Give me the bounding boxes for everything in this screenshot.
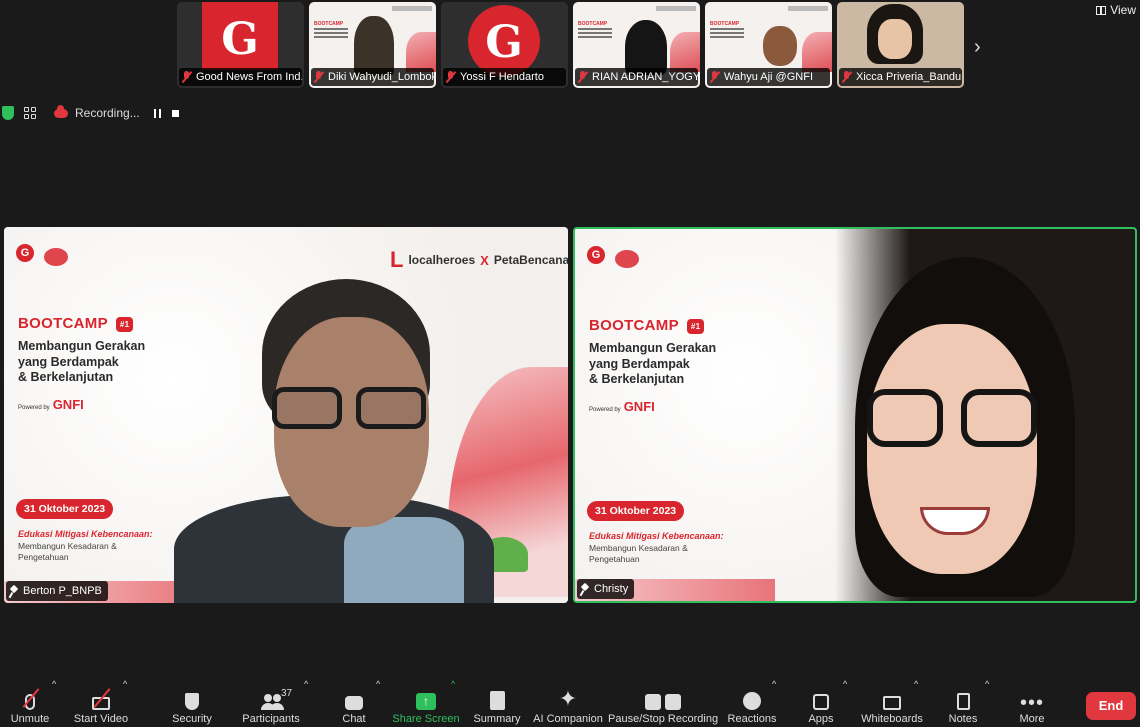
participant-video	[625, 20, 667, 75]
reactions-chevron-icon[interactable]: ^	[772, 679, 776, 689]
stop-recording-icon[interactable]	[171, 109, 179, 117]
participants-chevron-icon[interactable]: ^	[304, 679, 308, 689]
gallery-strip: G Good News From Ind... BOOTCAMP Diki Wa…	[177, 2, 964, 88]
participant-video	[354, 16, 394, 76]
ai-companion-button[interactable]: ✦ AI Companion	[528, 686, 608, 726]
shield-icon	[185, 693, 199, 710]
notes-button[interactable]: Notes	[923, 686, 1003, 725]
participant-video	[867, 324, 1037, 574]
slide-bootcamp-title: BOOTCAMP #1	[589, 317, 705, 334]
recording-label: Recording...	[75, 106, 140, 120]
recording-bar: Recording...	[0, 104, 179, 120]
slide-bootcamp-title: BOOTCAMP #1	[18, 315, 134, 332]
participant-thumbnail[interactable]: BOOTCAMP Diki Wahyudi_Lombok	[309, 2, 436, 88]
video-options-chevron-icon[interactable]: ^	[123, 679, 127, 689]
participant-count: 37	[281, 688, 293, 699]
apps-chevron-icon[interactable]: ^	[843, 679, 847, 689]
participant-thumbnail[interactable]: BOOTCAMP Wahyu Aji @GNFI	[705, 2, 832, 88]
participant-name: Diki Wahyudi_Lombok	[328, 71, 434, 83]
slide-edu-title: Edukasi Mitigasi Kebencanaan:	[18, 529, 153, 539]
unmute-button[interactable]: Unmute	[0, 686, 70, 725]
chat-chevron-icon[interactable]: ^	[376, 679, 380, 689]
slide-powered-by: Powered by GNFI	[18, 397, 84, 412]
security-button[interactable]: Security	[152, 686, 232, 725]
participant-video	[878, 19, 912, 59]
mic-muted-icon	[182, 71, 191, 83]
participant-name-tag: Christy	[577, 579, 635, 599]
audio-options-chevron-icon[interactable]: ^	[52, 679, 56, 689]
encryption-shield-icon[interactable]	[2, 106, 14, 120]
meeting-info-icon[interactable]	[24, 107, 36, 119]
people-icon	[260, 694, 282, 710]
pin-icon	[10, 586, 17, 597]
cloud-recording-icon	[54, 104, 68, 118]
whiteboard-icon	[883, 696, 901, 710]
participants-button[interactable]: 37 Participants	[231, 686, 311, 725]
badge-icon	[615, 250, 639, 268]
slide-edu-sub: Membangun Kesadaran & Pengetahuan	[589, 543, 688, 564]
mic-muted-icon	[446, 71, 455, 83]
video-tile-right[interactable]: G L localheroes X P BOOTCAMP#1 Membangun…	[573, 227, 1137, 603]
more-dots-icon: •••	[1019, 692, 1044, 714]
slide-powered-by: Powered by GNFI	[589, 399, 655, 414]
slide-partner-logos: L localheroes X PetaBencana.id	[390, 247, 568, 272]
participant-thumbnail[interactable]: Xicca Priveria_Bandu...	[837, 2, 964, 88]
summary-button[interactable]: Summary	[457, 686, 537, 725]
slide-edu-title: Edukasi Mitigasi Kebencanaan:	[589, 531, 724, 541]
participant-thumbnail[interactable]: BOOTCAMP RIAN ADRIAN_YOGY...	[573, 2, 700, 88]
participant-name: Xicca Priveria_Bandu...	[856, 71, 962, 83]
chevron-right-icon[interactable]: ›	[974, 36, 981, 59]
participant-thumbnail[interactable]: G Good News From Ind...	[177, 2, 304, 88]
mic-muted-icon	[710, 71, 719, 83]
view-button[interactable]: View	[1096, 3, 1136, 17]
whiteboards-chevron-icon[interactable]: ^	[914, 679, 918, 689]
gnfi-logo-icon: G	[587, 246, 605, 264]
notes-icon	[956, 693, 970, 710]
slide-date: 31 Oktober 2023	[587, 501, 685, 521]
share-screen-button[interactable]: ↑ Share Screen	[386, 686, 466, 725]
reactions-button[interactable]: Reactions	[712, 686, 792, 725]
badge-icon	[44, 248, 68, 266]
participant-video	[763, 26, 797, 66]
apps-icon	[813, 694, 829, 710]
gnfi-logo-icon: G	[202, 2, 278, 70]
slide-headline: Membangun Gerakan yang Berdampak & Berkela…	[589, 341, 717, 386]
chat-button[interactable]: Chat	[314, 686, 394, 725]
gnfi-logo-icon: G	[16, 244, 34, 262]
chat-bubble-icon	[345, 696, 363, 710]
slide-edu-sub: Membangun Kesadaran & Pengetahuan	[18, 541, 117, 562]
pause-stop-recording-button[interactable]: Pause/Stop Recording	[608, 686, 718, 725]
pause-stop-icon	[645, 694, 681, 710]
video-tile-left[interactable]: G L localheroes X PetaBencana.id BOOTCAM…	[4, 227, 568, 603]
whiteboards-button[interactable]: Whiteboards	[852, 686, 932, 725]
slide-date: 31 Oktober 2023	[16, 499, 114, 519]
start-video-button[interactable]: Start Video	[61, 686, 141, 725]
participant-name: RIAN ADRIAN_YOGY...	[592, 71, 698, 83]
mic-muted-icon	[578, 71, 587, 83]
participant-name: Yossi F Hendarto	[460, 71, 544, 83]
sparkle-icon: ✦	[558, 686, 578, 711]
pause-recording-icon[interactable]	[153, 108, 161, 118]
mic-muted-icon	[842, 71, 851, 83]
participant-name: Good News From Ind...	[196, 71, 302, 83]
smiley-icon	[743, 692, 761, 710]
share-arrow-icon: ↑	[416, 693, 436, 710]
participant-thumbnail[interactable]: G Yossi F Hendarto	[441, 2, 568, 88]
gnfi-logo-icon: G	[468, 5, 540, 77]
slide-headline: Membangun Gerakan yang Berdampak & Berkela…	[18, 339, 146, 384]
mic-muted-icon	[314, 71, 323, 83]
notes-chevron-icon[interactable]: ^	[985, 679, 989, 689]
more-button[interactable]: ••• More	[992, 686, 1072, 725]
apps-button[interactable]: Apps	[781, 686, 861, 725]
pin-icon	[581, 584, 588, 595]
meeting-toolbar: Unmute ^ Start Video ^ Security 37 Parti…	[0, 677, 1140, 727]
view-icon	[1096, 5, 1107, 15]
participant-name-tag: Berton P_BNPB	[6, 581, 108, 601]
summary-doc-icon	[489, 691, 505, 710]
localheroes-logo-icon: L	[390, 247, 404, 272]
participant-name: Wahyu Aji @GNFI	[724, 71, 813, 83]
share-chevron-icon[interactable]: ^	[451, 679, 455, 689]
end-meeting-button[interactable]: End	[1086, 692, 1136, 720]
